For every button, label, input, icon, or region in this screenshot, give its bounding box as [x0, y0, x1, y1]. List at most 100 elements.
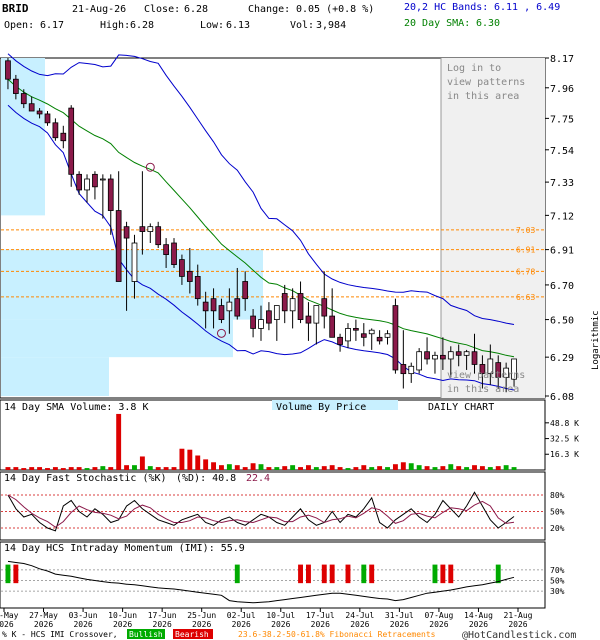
vbp-bar [1, 319, 233, 358]
candle-body [163, 244, 169, 255]
low-label: Low: [200, 20, 224, 31]
volume-bar [290, 465, 296, 470]
stoch-tick-label: 80% [550, 491, 565, 500]
candle-body [131, 242, 138, 282]
imi-tick-label: 50% [550, 577, 565, 586]
volume-bar [416, 465, 422, 470]
candle-body [408, 365, 415, 375]
imi-tick-label: 70% [550, 566, 565, 575]
volume-bar [108, 467, 114, 470]
price-tick-label: 8.17 [550, 54, 574, 65]
stoch-tick-label: 50% [550, 508, 565, 517]
candle-body [68, 107, 75, 175]
candle-body [155, 226, 162, 246]
date-label: 07-Aug [424, 611, 453, 620]
volume-bar [116, 413, 122, 470]
candle-body [424, 351, 430, 360]
candle-body [345, 328, 351, 342]
price-tick-label: 7.75 [550, 114, 574, 125]
candle-body [368, 329, 375, 335]
date-axis: 20-May202627-May202603-Jun202610-Jun2026… [0, 608, 533, 629]
candle-body [218, 305, 225, 320]
date-label: 14-Aug [464, 611, 493, 620]
volume-bar [408, 463, 414, 470]
candle-body [5, 60, 11, 80]
volume-tick-label: 32.5 K [550, 435, 579, 444]
volume-bar [353, 467, 359, 470]
year-label: 2026 [113, 620, 132, 629]
candle-body [171, 242, 177, 266]
candle-body [353, 328, 359, 331]
price-axis: 8.17 7.96 7.75 7.54 7.33 7.12 6.91 6.70 6.50 6.29… [545, 54, 574, 403]
stochastic-axis: 80% 50% 20% [550, 491, 565, 533]
date-label: 20-May [0, 611, 19, 620]
candle-body [258, 319, 264, 329]
volume-bar [377, 466, 383, 470]
candle-body [179, 259, 185, 277]
volume-bar [52, 467, 58, 470]
date-label: 10-Jul [266, 611, 295, 620]
volume-bar [385, 467, 390, 470]
stochastic-panel: 14 Day Fast Stochastic (%K) (%D): 40.8 2… [0, 471, 565, 541]
volume-bar [234, 465, 240, 470]
volume-bar [124, 465, 130, 470]
imi-bearish-marker [321, 564, 327, 584]
candle-body [210, 298, 217, 312]
volume-bar [456, 466, 462, 470]
volume-bar [21, 468, 27, 470]
volume-bar [68, 467, 74, 470]
volume-bar [274, 467, 280, 470]
volume-bar [258, 464, 264, 470]
candle-body [432, 354, 438, 360]
date-label: 17-Jul [306, 611, 335, 620]
volume-bar [472, 465, 477, 470]
candle-body [400, 364, 407, 375]
fib-label: 6.63 [516, 293, 535, 302]
copyright: @HotCandlestick.com [462, 630, 576, 640]
candle-body [360, 333, 367, 338]
login-line: in this area [447, 91, 519, 102]
volume-bar [361, 465, 367, 470]
volume-bar [37, 467, 43, 470]
candle-body [84, 178, 90, 191]
date: 21-Aug-26 [72, 4, 126, 15]
volume-bar [487, 467, 493, 470]
candle-body [99, 178, 106, 181]
volume-bar [329, 465, 335, 470]
candle-body [44, 113, 51, 124]
bearish-label: Bearish [175, 630, 209, 639]
candle-body [337, 336, 343, 345]
candle-body [463, 351, 470, 356]
imi-bearish-marker [345, 564, 351, 584]
volume-bar [60, 468, 66, 470]
price-tick-label: 7.12 [550, 211, 574, 222]
date-label: 17-Jun [148, 611, 177, 620]
imi-axis: 70% 50%30% [550, 566, 565, 596]
volume-bar [171, 467, 177, 470]
volume-bar [29, 467, 35, 470]
volume-bar [84, 468, 90, 470]
candle-body [139, 226, 146, 232]
candle-body [440, 354, 446, 360]
date-label: 10-Jun [108, 611, 137, 620]
date-label: 02-Jul [227, 611, 256, 620]
volume-bar [195, 455, 201, 470]
volume-bar [305, 465, 311, 470]
year-label: 2026 [469, 620, 488, 629]
volume-bar [298, 467, 303, 470]
candle-body [92, 173, 98, 188]
volume-bar [242, 467, 248, 470]
volume-bar [503, 465, 509, 470]
header: BRID 21-Aug-26 Close: 6.28 Change: 0.05 … [2, 2, 560, 31]
candle-body [455, 351, 462, 356]
volume-bar [345, 468, 351, 470]
imi-bearish-marker [329, 564, 335, 584]
candle-body [297, 293, 304, 320]
change-label: Change: [248, 4, 290, 15]
volume-bar [440, 466, 446, 470]
footer: % K - HCS IMI Crossover, Bullish Bearish… [2, 629, 576, 640]
candle-body [60, 132, 67, 142]
low-value: 6.13 [226, 20, 250, 31]
price-tick-label: 6.70 [550, 281, 574, 292]
vbp-bar [1, 357, 109, 396]
